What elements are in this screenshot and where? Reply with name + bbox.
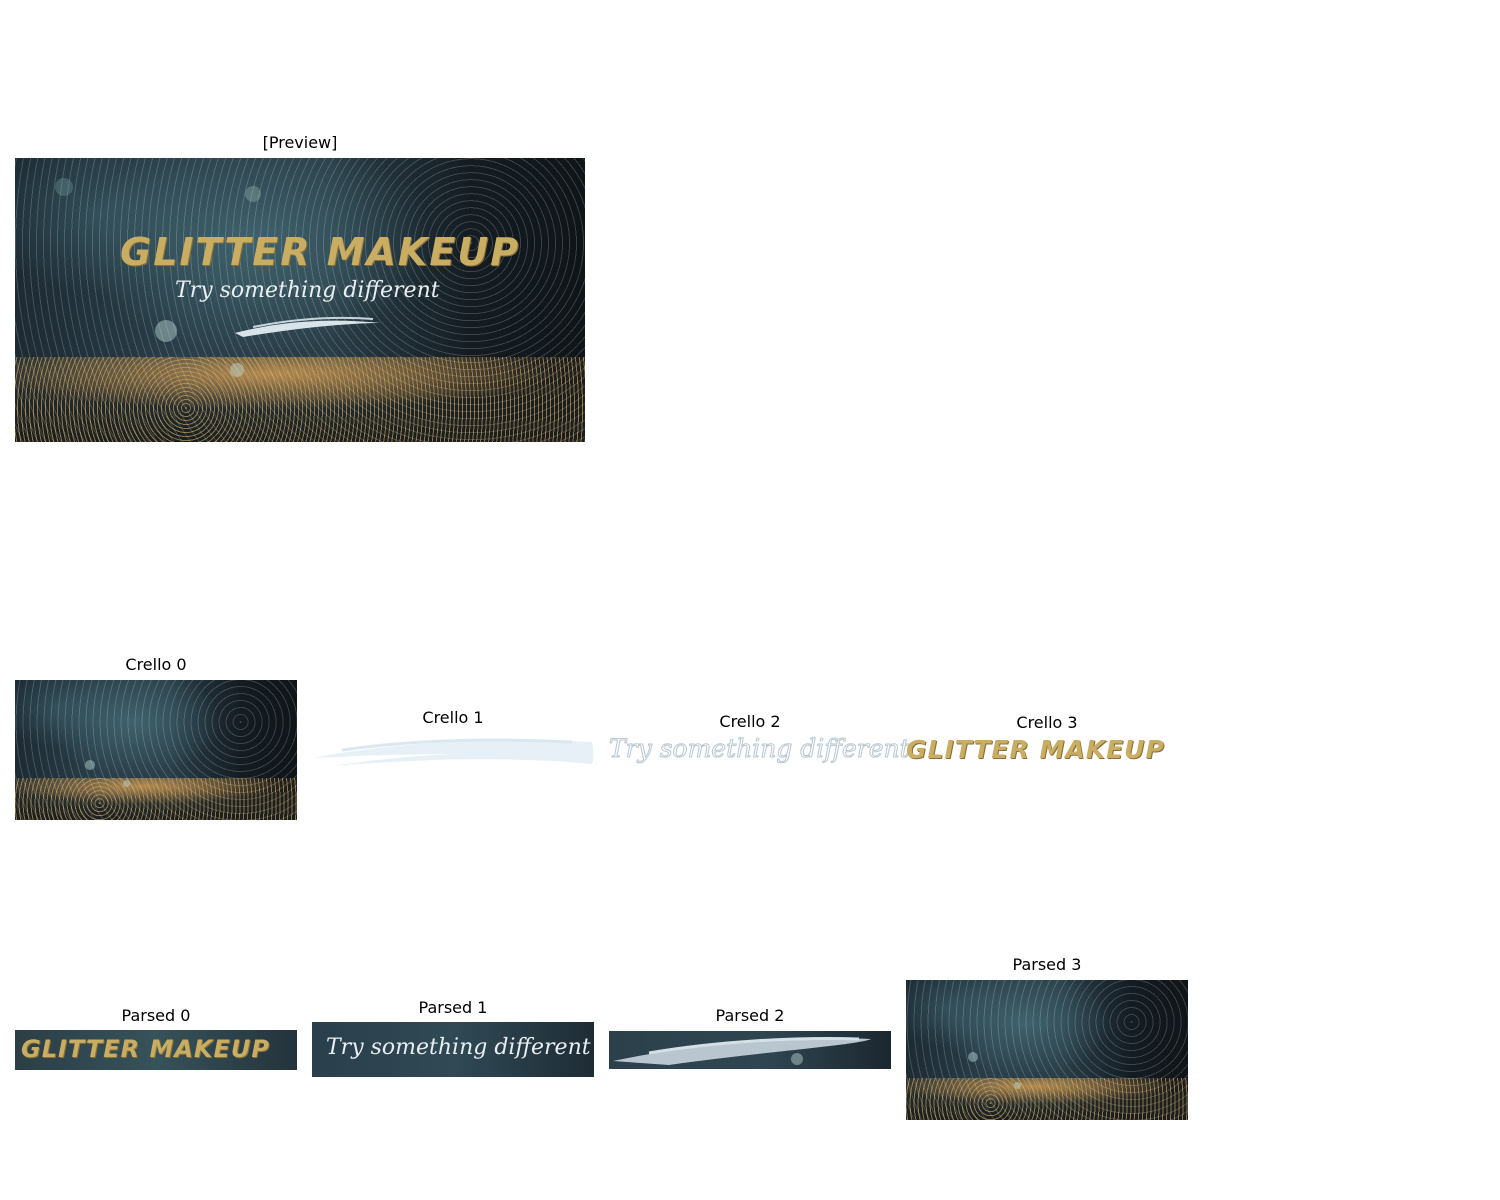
crello-3-text: GLITTER MAKEUP bbox=[906, 735, 1165, 764]
bokeh-dot bbox=[791, 1053, 803, 1065]
crello-1: Crello 1 bbox=[312, 705, 594, 770]
crello-0-image bbox=[15, 680, 297, 820]
crello-3-caption: Crello 3 bbox=[1016, 713, 1078, 732]
bokeh-dot bbox=[245, 186, 261, 202]
parsed-2: Parsed 2 bbox=[609, 1003, 891, 1069]
crello-2-text: Try something different bbox=[609, 734, 911, 764]
parsed-2-caption: Parsed 2 bbox=[715, 1006, 785, 1025]
parsed-2-image bbox=[609, 1031, 891, 1069]
preview-caption: [Preview] bbox=[262, 133, 338, 152]
parsed-2-brush-stroke bbox=[613, 1037, 871, 1065]
crello-2-caption: Crello 2 bbox=[719, 712, 781, 731]
preview-tagline: Try something different bbox=[175, 278, 440, 303]
crello-1-brush-stroke bbox=[314, 738, 594, 766]
parsed-0-text: GLITTER MAKEUP bbox=[21, 1035, 270, 1063]
crello-3: Crello 3 GLITTER MAKEUP bbox=[906, 710, 1188, 770]
parsed-0-caption: Parsed 0 bbox=[121, 1006, 191, 1025]
parsed-0: Parsed 0 GLITTER MAKEUP bbox=[15, 1003, 297, 1070]
bokeh-dot bbox=[55, 178, 73, 196]
bokeh-dot bbox=[85, 760, 95, 770]
preview-headline: GLITTER MAKEUP bbox=[120, 230, 521, 274]
crello-0: Crello 0 bbox=[15, 652, 297, 820]
bokeh-dot bbox=[123, 780, 130, 787]
parsed-0-image: GLITTER MAKEUP bbox=[15, 1030, 297, 1070]
parsed-1-caption: Parsed 1 bbox=[418, 998, 488, 1017]
parsed-1-text: Try something different bbox=[326, 1035, 591, 1060]
preview-image: GLITTER MAKEUP Try something different bbox=[15, 158, 585, 442]
parsed-3-image bbox=[906, 980, 1188, 1120]
crello-2: Crello 2 Try something different bbox=[609, 709, 911, 769]
preview-panel: [Preview] GLITTER MAKEUP Try something d… bbox=[15, 130, 585, 442]
bokeh-dot bbox=[1014, 1082, 1021, 1089]
parsed-3-caption: Parsed 3 bbox=[1012, 955, 1082, 974]
bokeh-dot bbox=[968, 1052, 978, 1062]
parsed-1-image: Try something different bbox=[312, 1022, 594, 1077]
bokeh-dot bbox=[230, 363, 244, 377]
parsed-1: Parsed 1 Try something different bbox=[312, 995, 594, 1077]
bokeh-dot bbox=[155, 320, 177, 342]
brush-stroke bbox=[235, 316, 381, 337]
crello-0-caption: Crello 0 bbox=[125, 655, 187, 674]
parsed-3: Parsed 3 bbox=[906, 952, 1188, 1120]
crello-1-caption: Crello 1 bbox=[422, 708, 484, 727]
